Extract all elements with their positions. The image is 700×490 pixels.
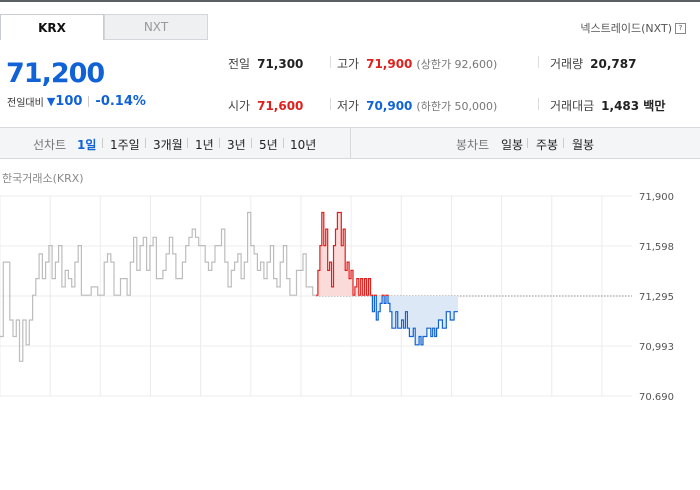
- tab-krx[interactable]: KRX: [0, 14, 104, 40]
- help-icon[interactable]: ?: [675, 22, 686, 34]
- period-bar: 선차트 1일 1주일 3개월 1년 3년 5년 10년 봉차트 일봉 주봉 월봉: [0, 128, 700, 159]
- change-percent: -0.14%: [95, 94, 146, 109]
- divider: [538, 56, 539, 68]
- candle-weekly-button[interactable]: 주봉: [536, 136, 558, 153]
- premarket-line: [0, 211, 316, 362]
- stat-open: 시가 71,600: [228, 97, 303, 114]
- divider: [527, 138, 528, 148]
- stat-value: 70,900: [366, 99, 413, 113]
- stat-amount: 거래대금 1,483 백만: [550, 97, 665, 114]
- stat-value: 20,787: [590, 57, 637, 71]
- stat-value: 71,900: [366, 57, 413, 71]
- down-arrow-icon: ▼: [46, 95, 56, 108]
- change-value: 100: [55, 94, 83, 109]
- stat-label: 거래대금: [550, 99, 595, 113]
- lower-limit: (하한가 50,000): [416, 100, 498, 113]
- nextrade-link[interactable]: 넥스트레이드(NXT) ?: [580, 20, 686, 36]
- divider: [538, 98, 539, 110]
- stat-label: 전일: [228, 57, 251, 71]
- y-tick-label: 70,993: [639, 342, 674, 353]
- price-chart[interactable]: 71,900 71,598 71,295 70,993 70,690: [0, 190, 700, 403]
- stat-label: 저가: [337, 99, 360, 113]
- stat-label: 시가: [228, 99, 251, 113]
- candle-chart-label: 봉차트: [456, 138, 490, 152]
- candle-daily-button[interactable]: 일봉: [501, 136, 523, 153]
- divider: [88, 96, 90, 107]
- y-tick-label: 71,295: [639, 292, 674, 303]
- price-change: 전일대비 ▼ 100 -0.14%: [7, 94, 146, 109]
- stat-high: 고가 71,900 (상한가 92,600): [337, 55, 497, 72]
- period-5y-button[interactable]: 5년: [259, 136, 278, 153]
- period-3y-button[interactable]: 3년: [227, 136, 246, 153]
- divider: [563, 138, 564, 148]
- period-1y-button[interactable]: 1년: [195, 136, 214, 153]
- tab-nxt[interactable]: NXT: [104, 14, 208, 40]
- stat-value: 71,600: [257, 99, 304, 113]
- period-1d-button[interactable]: 1일: [77, 136, 96, 153]
- exchange-label: 한국거래소(KRX): [2, 172, 84, 185]
- divider: [251, 138, 252, 148]
- line-chart-label: 선차트: [33, 138, 67, 152]
- stat-value: 71,300: [257, 57, 304, 71]
- change-label: 전일대비: [7, 98, 44, 109]
- stat-label: 거래량: [550, 57, 584, 71]
- y-tick-label: 71,900: [639, 192, 674, 203]
- divider: [283, 138, 284, 148]
- divider: [219, 138, 220, 148]
- upper-limit: (상한가 92,600): [416, 58, 498, 71]
- period-3m-button[interactable]: 3개월: [153, 136, 183, 153]
- divider: [330, 98, 331, 110]
- y-tick-label: 71,598: [639, 242, 674, 253]
- stat-volume: 거래량 20,787: [550, 55, 636, 72]
- top-border: [0, 0, 700, 2]
- period-1w-button[interactable]: 1주일: [110, 136, 140, 153]
- divider: [350, 128, 351, 158]
- y-tick-label: 70,690: [639, 392, 674, 400]
- period-10y-button[interactable]: 10년: [290, 136, 316, 153]
- stat-prev-close: 전일 71,300: [228, 55, 303, 72]
- stat-low: 저가 70,900 (하한가 50,000): [337, 97, 497, 114]
- candle-monthly-button[interactable]: 월봉: [572, 136, 594, 153]
- stat-value: 1,483 백만: [601, 99, 666, 113]
- stat-label: 고가: [337, 57, 360, 71]
- divider: [330, 56, 331, 68]
- divider: [187, 138, 188, 148]
- current-price: 71,200: [6, 58, 105, 89]
- divider: [145, 138, 146, 148]
- price-chart-svg: 71,900 71,598 71,295 70,993 70,690: [0, 192, 674, 403]
- divider: [102, 138, 103, 148]
- nextrade-link-label: 넥스트레이드(NXT): [580, 22, 672, 35]
